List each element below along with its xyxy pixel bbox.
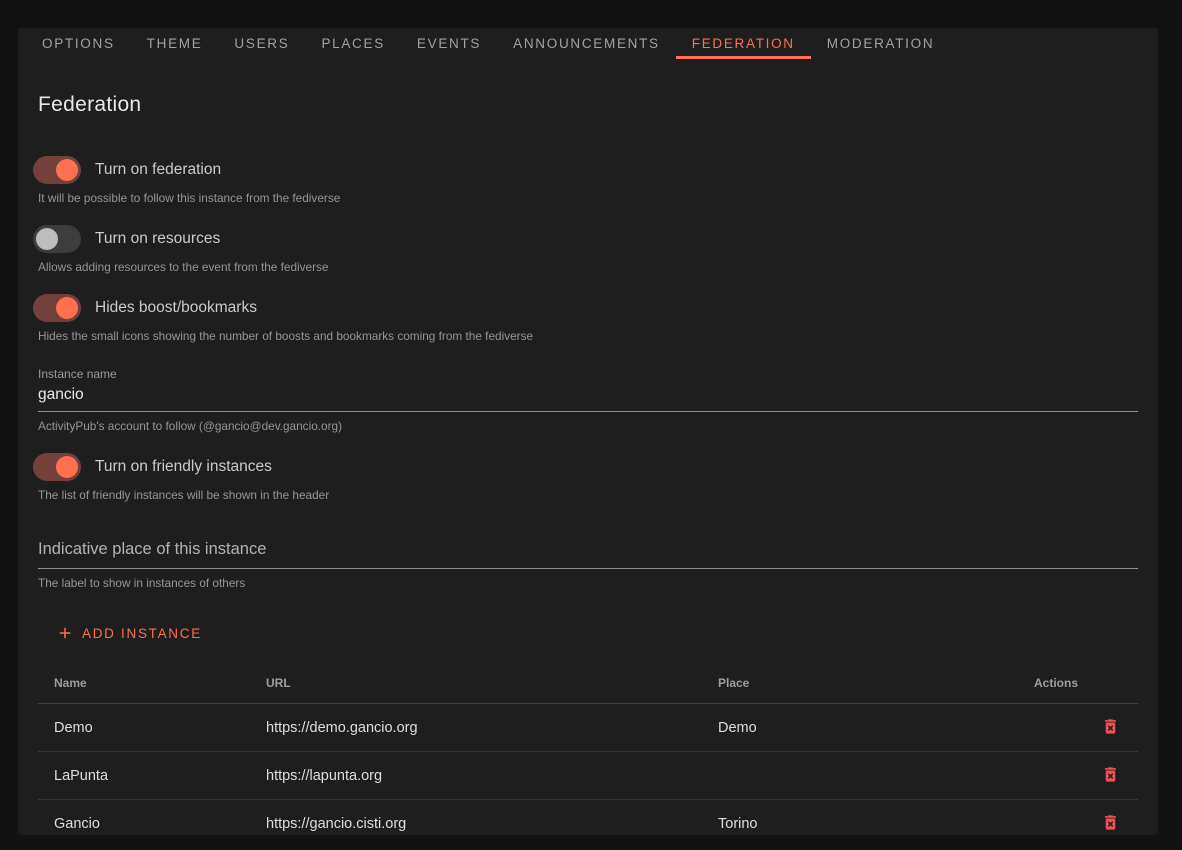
table-row: LaPunta https://lapunta.org <box>38 752 1138 800</box>
toggle-knob <box>56 456 78 478</box>
hide-boosts-toggle[interactable] <box>33 294 81 322</box>
instance-name-cell: LaPunta <box>38 752 250 800</box>
toggle-knob <box>36 228 58 250</box>
instance-name-hint: ActivityPub's account to follow (@gancio… <box>38 419 1138 433</box>
tab-moderation[interactable]: MODERATION <box>811 28 951 59</box>
tab-announcements[interactable]: ANNOUNCEMENTS <box>497 28 676 59</box>
instance-place-cell: Demo <box>702 704 1018 752</box>
instance-name-field-block: Instance name ActivityPub's account to f… <box>38 367 1138 433</box>
federation-toggle-block: Turn on federation It will be possible t… <box>38 156 1138 205</box>
instance-url-cell: https://gancio.cisti.org <box>250 800 702 836</box>
column-header-name: Name <box>38 662 250 704</box>
column-header-place: Place <box>702 662 1018 704</box>
page-title: Federation <box>38 93 1138 117</box>
table-row: Demo https://demo.gancio.org Demo <box>38 704 1138 752</box>
hide-boosts-toggle-hint: Hides the small icons showing the number… <box>38 329 1138 343</box>
hide-boosts-toggle-label: Hides boost/bookmarks <box>95 299 257 317</box>
table-row: Gancio https://gancio.cisti.org Torino <box>38 800 1138 836</box>
tab-events[interactable]: EVENTS <box>401 28 497 59</box>
table-header-row: Name URL Place Actions <box>38 662 1138 704</box>
instance-name-cell: Demo <box>38 704 250 752</box>
resources-toggle-label: Turn on resources <box>95 230 220 248</box>
admin-settings-card: OPTIONS THEME USERS PLACES EVENTS ANNOUN… <box>18 28 1158 835</box>
friendly-instances-table: Name URL Place Actions Demo https://demo… <box>38 662 1138 835</box>
instance-place-input[interactable] <box>38 538 1138 569</box>
toggle-knob <box>56 297 78 319</box>
instance-url-cell: https://lapunta.org <box>250 752 702 800</box>
instance-place-cell <box>702 752 1018 800</box>
tab-federation[interactable]: FEDERATION <box>676 28 811 59</box>
add-instance-button-label: ADD INSTANCE <box>82 626 202 641</box>
tab-places[interactable]: PLACES <box>305 28 400 59</box>
friendly-instances-toggle[interactable] <box>33 453 81 481</box>
tab-theme[interactable]: THEME <box>131 28 219 59</box>
federation-settings-panel: Federation Turn on federation It will be… <box>18 93 1158 835</box>
trash-delete-forever-icon <box>1101 717 1120 736</box>
resources-toggle[interactable] <box>33 225 81 253</box>
instance-name-label: Instance name <box>38 367 1138 381</box>
tab-users[interactable]: USERS <box>218 28 305 59</box>
federation-toggle-hint: It will be possible to follow this insta… <box>38 191 1138 205</box>
instance-place-hint: The label to show in instances of others <box>38 576 1138 590</box>
delete-instance-button[interactable] <box>1099 763 1122 789</box>
toggle-knob <box>56 159 78 181</box>
instance-place-field-block: The label to show in instances of others <box>38 538 1138 590</box>
instance-name-cell: Gancio <box>38 800 250 836</box>
resources-toggle-block: Turn on resources Allows adding resource… <box>38 225 1138 274</box>
federation-toggle[interactable] <box>33 156 81 184</box>
hide-boosts-toggle-block: Hides boost/bookmarks Hides the small ic… <box>38 294 1138 343</box>
instance-url-cell: https://demo.gancio.org <box>250 704 702 752</box>
delete-instance-button[interactable] <box>1099 715 1122 741</box>
friendly-instances-toggle-block: Turn on friendly instances The list of f… <box>38 453 1138 502</box>
add-instance-button[interactable]: ADD INSTANCE <box>48 616 210 650</box>
friendly-instances-toggle-label: Turn on friendly instances <box>95 458 272 476</box>
friendly-instances-toggle-hint: The list of friendly instances will be s… <box>38 488 1138 502</box>
column-header-url: URL <box>250 662 702 704</box>
resources-toggle-hint: Allows adding resources to the event fro… <box>38 260 1138 274</box>
trash-delete-forever-icon <box>1101 765 1120 784</box>
delete-instance-button[interactable] <box>1099 811 1122 835</box>
instance-place-cell: Torino <box>702 800 1018 836</box>
federation-toggle-label: Turn on federation <box>95 161 221 179</box>
column-header-actions: Actions <box>1018 662 1138 704</box>
admin-tab-bar: OPTIONS THEME USERS PLACES EVENTS ANNOUN… <box>18 28 1158 59</box>
tab-options[interactable]: OPTIONS <box>26 28 131 59</box>
plus-icon <box>56 624 74 642</box>
instance-name-input[interactable] <box>38 381 1138 412</box>
trash-delete-forever-icon <box>1101 813 1120 832</box>
